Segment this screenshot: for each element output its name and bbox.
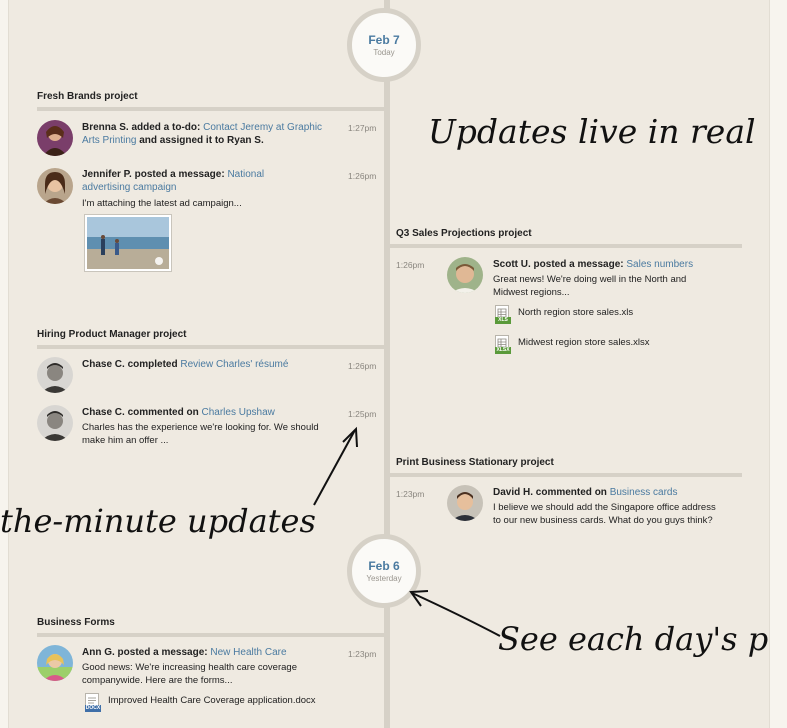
handwritten-arrows <box>313 426 501 637</box>
